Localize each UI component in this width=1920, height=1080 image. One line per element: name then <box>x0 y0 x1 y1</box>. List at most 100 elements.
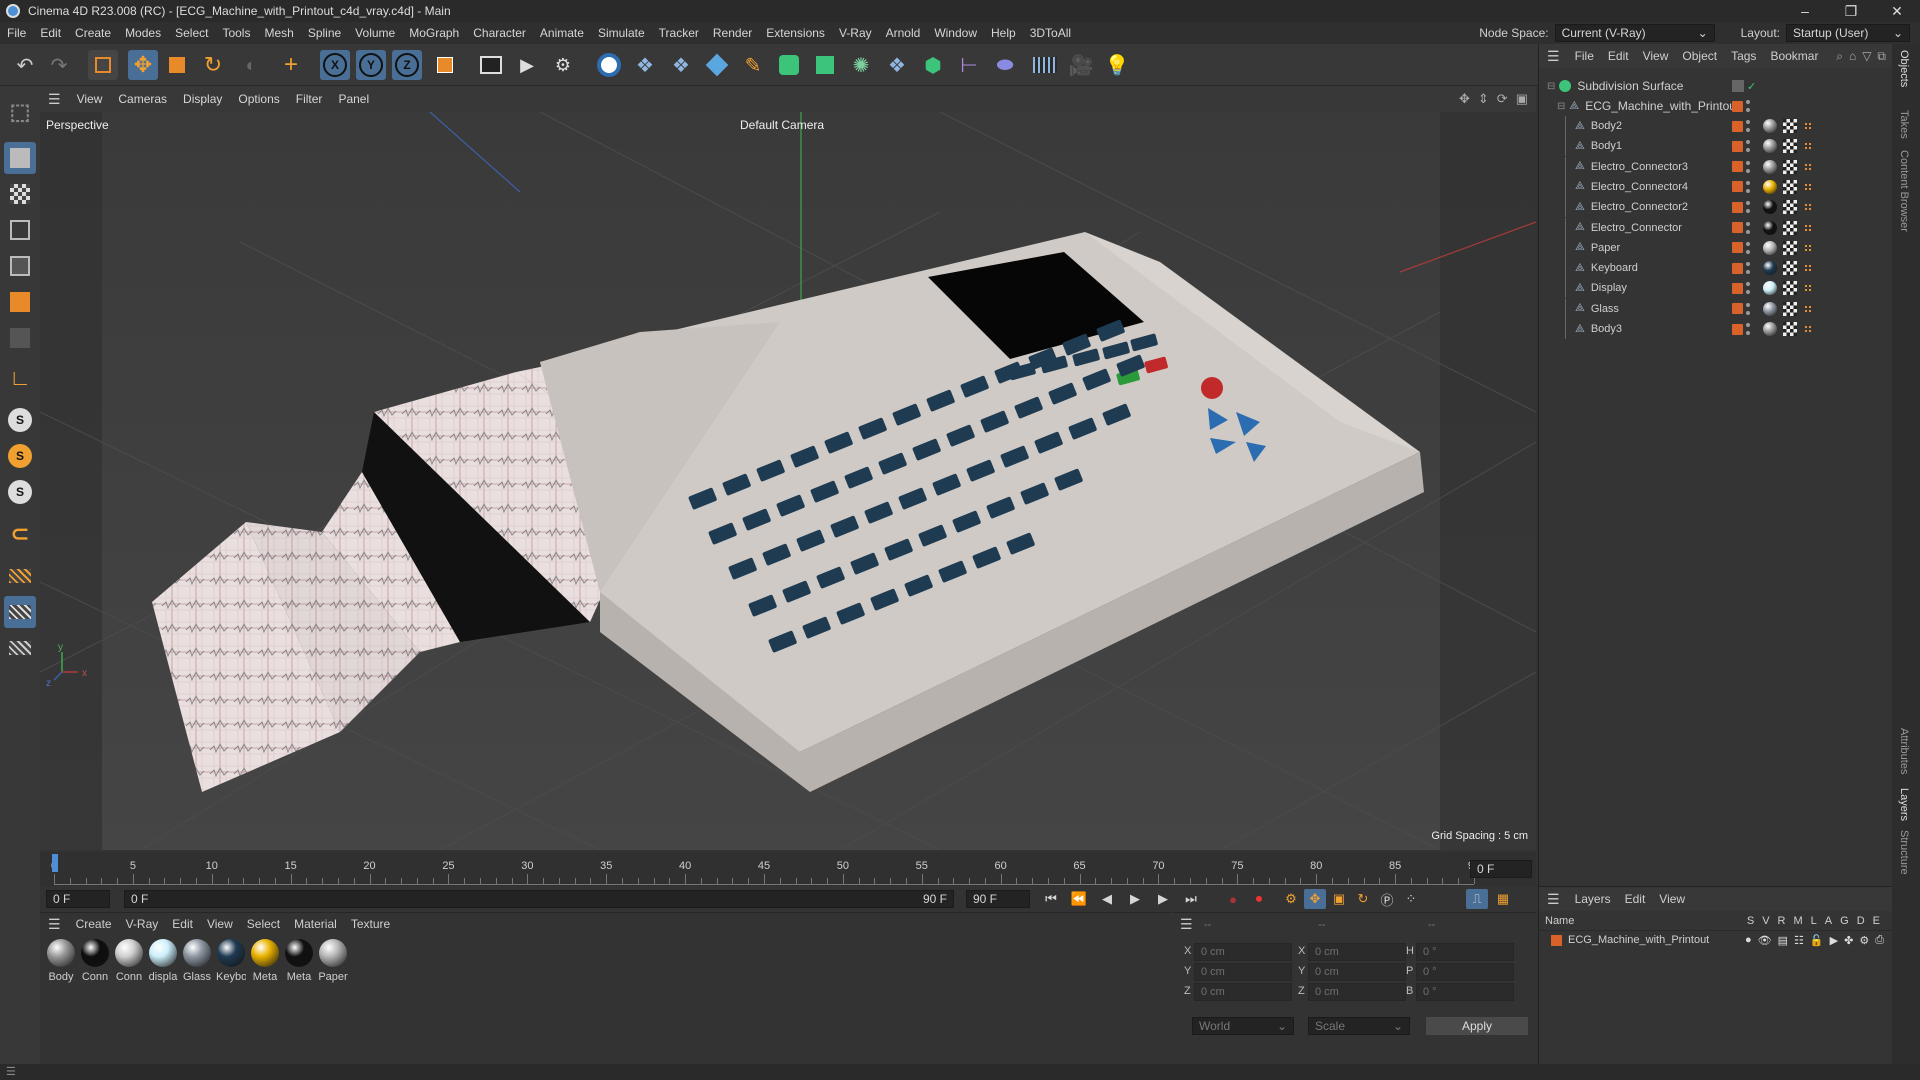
tab-content-browser[interactable]: Content Browser <box>1898 150 1910 232</box>
object-menu-file[interactable]: File <box>1568 49 1601 63</box>
layer-menu-view[interactable]: View <box>1652 892 1692 906</box>
material-swatch[interactable]: Paper <box>318 939 348 983</box>
material-swatch[interactable]: Conn <box>114 939 144 983</box>
visibility-dots-icon[interactable] <box>1746 140 1750 153</box>
visibility-dots-icon[interactable] <box>1746 120 1750 132</box>
dimension-button[interactable]: ⊢ <box>954 50 984 80</box>
object-name[interactable]: Keyboard <box>1591 262 1638 274</box>
object-name[interactable]: Body3 <box>1591 323 1622 335</box>
viewport-menu-filter[interactable]: Filter <box>288 92 331 106</box>
vray-button[interactable] <box>594 50 624 80</box>
coord-value-field[interactable]: 0 cm <box>1194 963 1292 981</box>
coord-value-field[interactable]: 0 ° <box>1416 943 1514 961</box>
coord-value-field[interactable]: 0 cm <box>1194 983 1292 1001</box>
vertex-tag-icon[interactable] <box>1804 264 1812 273</box>
goto-end-button[interactable]: ⏭ <box>1180 889 1202 909</box>
redo-button[interactable]: ↷ <box>44 50 74 80</box>
hamburger-icon[interactable]: ☰ <box>1180 916 1193 933</box>
snap-mode-button[interactable]: S <box>4 476 36 508</box>
uvw-tag-icon[interactable] <box>1783 119 1797 133</box>
visibility-dots-icon[interactable] <box>1746 100 1750 112</box>
new-window-icon[interactable]: ⧉ <box>1877 49 1886 64</box>
viewport-maximize-icon[interactable]: ▣ <box>1516 91 1528 107</box>
material-tag-icon[interactable] <box>1763 139 1777 154</box>
current-frame-field[interactable]: 0 F <box>1470 860 1532 878</box>
record-button[interactable]: ● <box>1222 889 1244 909</box>
workplane-button[interactable] <box>4 560 36 592</box>
material-tag-icon[interactable] <box>1763 281 1777 296</box>
coordinate-system-button[interactable] <box>430 50 460 80</box>
hamburger-icon[interactable]: ☰ <box>48 916 61 933</box>
vertex-tag-icon[interactable] <box>1804 162 1812 171</box>
render-view-button[interactable] <box>476 50 506 80</box>
search-icon[interactable]: ⌕ <box>1836 49 1843 64</box>
enabled-check-icon[interactable]: ✓ <box>1747 80 1756 93</box>
material-menu-create[interactable]: Create <box>69 917 119 931</box>
material-swatch[interactable]: displa <box>148 939 178 983</box>
key-pla-button[interactable]: ⁘ <box>1400 889 1422 909</box>
key-scale-button[interactable]: ▣ <box>1328 889 1350 909</box>
menu-edit[interactable]: Edit <box>33 26 68 40</box>
object-name[interactable]: Glass <box>1591 303 1619 315</box>
vertex-tag-icon[interactable] <box>1804 284 1812 293</box>
visibility-dots-icon[interactable] <box>1746 241 1750 254</box>
layer-name[interactable]: ECG_Machine_with_Printout <box>1568 934 1709 946</box>
start-frame-field[interactable]: 0 F <box>46 890 110 908</box>
menu-window[interactable]: Window <box>927 26 984 40</box>
uvw-tag-icon[interactable] <box>1783 200 1797 215</box>
object-name[interactable]: Electro_Connector <box>1591 222 1682 234</box>
tab-attributes[interactable]: Attributes <box>1898 728 1910 774</box>
object-row[interactable]: ⟁ Electro_Connector3 <box>1539 156 1893 177</box>
visibility-dots-icon[interactable] <box>1746 221 1750 234</box>
material-swatch[interactable]: Meta <box>250 939 280 983</box>
camera-button[interactable]: 🎥 <box>1066 50 1096 80</box>
layer-color-icon[interactable] <box>1732 120 1743 132</box>
viewport-menu-view[interactable]: View <box>69 92 111 106</box>
object-row[interactable]: ⟁ Body2 <box>1539 116 1893 136</box>
menu-modes[interactable]: Modes <box>118 26 168 40</box>
layer-color-icon[interactable] <box>1732 222 1743 233</box>
collapse-icon[interactable]: ⊟ <box>1557 101 1565 112</box>
end-frame-field[interactable]: 90 F <box>966 890 1030 908</box>
menu-tracker[interactable]: Tracker <box>652 26 706 40</box>
layer-color-icon[interactable] <box>1732 181 1743 193</box>
move-button[interactable]: ✥ <box>128 50 158 80</box>
object-row-subdivision-surface[interactable]: ⊟ Subdivision Surface ✓ <box>1539 76 1893 96</box>
collapse-icon[interactable]: ⊟ <box>1547 81 1555 92</box>
menu-3dtoall[interactable]: 3DToAll <box>1023 26 1078 40</box>
coord-value-field[interactable]: 0 cm <box>1308 943 1406 961</box>
python-button[interactable]: ❖ <box>630 50 660 80</box>
minimize-button[interactable]: – <box>1782 3 1828 20</box>
visibility-dots-icon[interactable] <box>1746 160 1750 173</box>
texture-mode-button[interactable] <box>4 178 36 210</box>
uvw-tag-icon[interactable] <box>1783 159 1797 174</box>
range-slider[interactable]: 0 F 90 F <box>124 890 954 908</box>
vertex-tag-icon[interactable] <box>1804 325 1812 333</box>
layer-color-icon[interactable] <box>1732 100 1743 112</box>
restore-button[interactable]: ❐ <box>1828 3 1874 20</box>
material-tag-icon[interactable] <box>1763 159 1777 174</box>
material-swatch[interactable]: Keybo <box>216 939 246 983</box>
uvw-tag-icon[interactable] <box>1783 139 1797 154</box>
vertex-tag-icon[interactable] <box>1804 304 1812 313</box>
grid-snap-button[interactable] <box>4 596 36 628</box>
menu-spline[interactable]: Spline <box>301 26 348 40</box>
visibility-dots-icon[interactable] <box>1746 282 1750 295</box>
object-name[interactable]: Body2 <box>1591 120 1622 132</box>
uvw-tag-icon[interactable] <box>1783 179 1797 194</box>
timeline-ruler[interactable]: 051015202530354045505560657075808590 0 F <box>40 852 1536 886</box>
menu-mograph[interactable]: MoGraph <box>402 26 466 40</box>
material-menu-material[interactable]: Material <box>287 917 344 931</box>
material-tag-icon[interactable] <box>1763 240 1777 255</box>
y-axis-button[interactable]: Y <box>356 50 386 80</box>
filter-icon[interactable]: ▽ <box>1862 49 1871 64</box>
layer-color-icon[interactable] <box>1732 242 1743 254</box>
material-swatch[interactable]: Meta <box>284 939 314 983</box>
tab-layers[interactable]: Layers <box>1898 788 1910 821</box>
material-swatch[interactable]: Glass <box>182 939 212 983</box>
render-icon[interactable]: ▤ <box>1778 934 1788 947</box>
layer-color-icon[interactable] <box>1732 201 1743 213</box>
visibility-dots-icon[interactable] <box>1746 180 1750 193</box>
hamburger-icon[interactable]: ☰ <box>1547 891 1560 908</box>
viewport-menu-display[interactable]: Display <box>175 92 230 106</box>
